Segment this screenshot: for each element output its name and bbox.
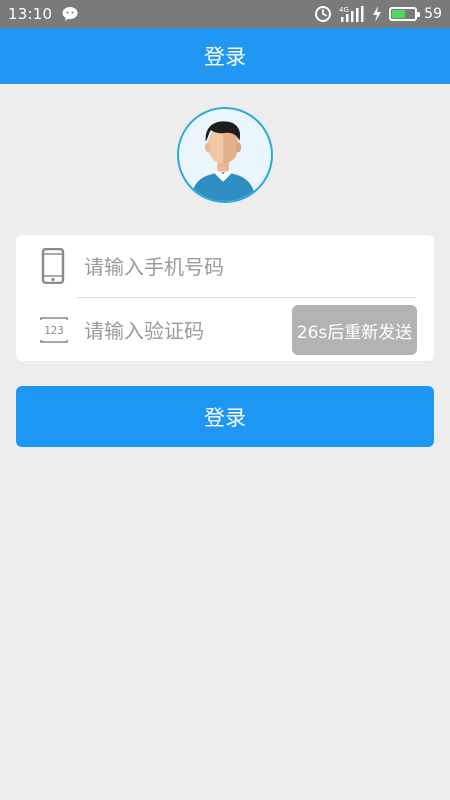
phone-row [16, 235, 434, 297]
status-time: 13:10 [8, 5, 53, 23]
verification-code-input[interactable] [84, 311, 294, 351]
signal-icon: 4G [339, 6, 364, 22]
wechat-icon [62, 7, 78, 21]
battery-icon [389, 7, 421, 21]
svg-text:123: 123 [44, 324, 64, 337]
page-title: 登录 [204, 45, 246, 69]
phone-number-input[interactable] [84, 247, 404, 287]
charging-icon [373, 6, 382, 22]
login-form-card: 123 26s后重新发送 [16, 235, 434, 361]
numeric-code-icon: 123 [40, 317, 68, 343]
resend-code-button[interactable]: 26s后重新发送 [292, 305, 417, 355]
status-left: 13:10 [8, 5, 80, 23]
smartphone-icon [41, 248, 65, 284]
network-type-label: 4G [339, 6, 349, 14]
avatar[interactable] [177, 107, 273, 203]
title-bar: 登录 [0, 28, 450, 84]
login-button-label: 登录 [204, 406, 246, 430]
resend-code-label: 26s后重新发送 [296, 322, 413, 343]
user-avatar-icon [179, 109, 268, 201]
form-divider [76, 297, 416, 298]
alarm-clock-icon [315, 6, 332, 22]
status-bar: 13:10 4G 59 [0, 0, 450, 28]
login-button[interactable]: 登录 [16, 386, 434, 447]
battery-percent: 59 [424, 6, 442, 22]
battery-fill [392, 10, 406, 18]
status-right: 4G 59 [314, 5, 442, 23]
verification-code-row: 123 26s后重新发送 [16, 299, 434, 361]
